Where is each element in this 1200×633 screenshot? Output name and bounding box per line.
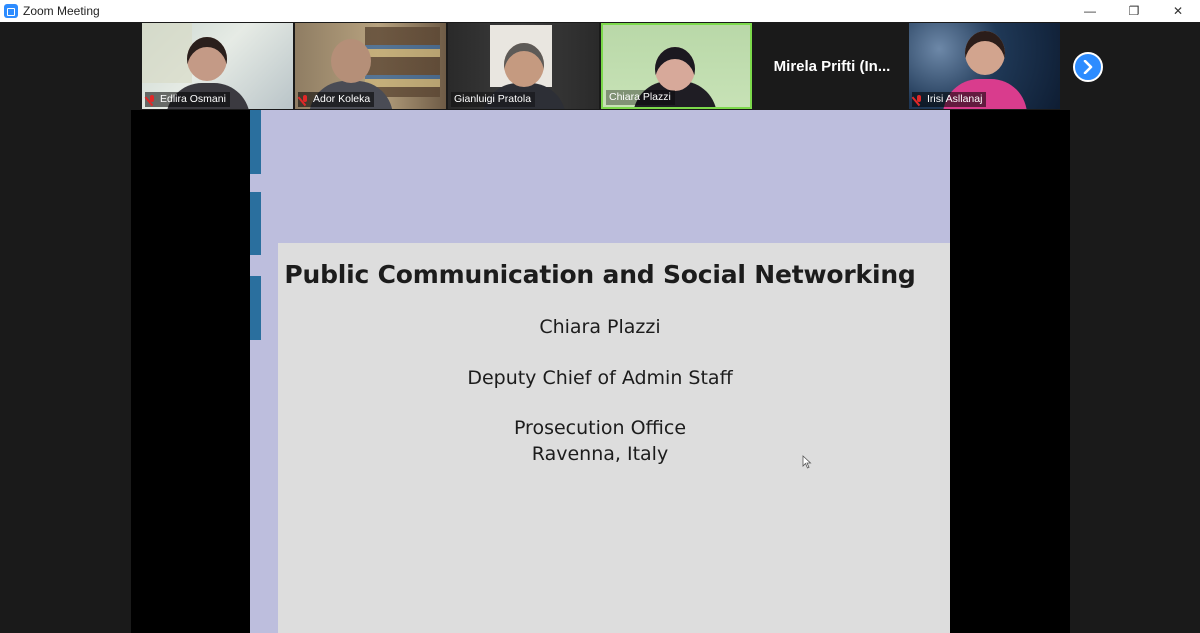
participant-face: [655, 47, 695, 91]
muted-mic-icon: [148, 94, 156, 105]
slide-presenter: Chiara Plazzi: [539, 316, 661, 338]
restore-button[interactable]: ❐: [1112, 0, 1156, 22]
participant-name-tag: Ador Koleka: [298, 92, 375, 107]
presentation-slide: Public Communication and Social Networki…: [250, 110, 950, 633]
participant-name: Edlira Osmani: [160, 93, 226, 105]
participant-name: Gianluigi Pratola: [454, 93, 532, 105]
slide-office: Prosecution Office: [513, 417, 687, 439]
minimize-button[interactable]: —: [1068, 0, 1112, 22]
screen-share-view: Public Communication and Social Networki…: [131, 110, 1070, 633]
slide-location: Ravenna, Italy: [531, 443, 669, 465]
participant-tile-no-video[interactable]: Mirela Prifti (In...: [757, 23, 907, 109]
participant-face: [187, 37, 227, 81]
participant-face: [331, 39, 371, 83]
participant-tile[interactable]: Gianluigi Pratola: [448, 23, 599, 109]
window-title: Zoom Meeting: [23, 4, 100, 18]
participant-gallery: Edlira Osmani Ador Koleka Gianluigi Prat…: [0, 22, 1200, 110]
chevron-right-icon: [1083, 60, 1093, 74]
wall-map: [142, 23, 192, 83]
participant-face: [965, 31, 1005, 75]
muted-mic-icon: [915, 94, 923, 105]
muted-mic-icon: [301, 94, 309, 105]
participant-name-tag: Gianluigi Pratola: [451, 92, 536, 107]
window-controls: — ❐ ✕: [1068, 0, 1200, 22]
participant-face: [504, 43, 544, 87]
slide-accent-bar: [250, 192, 261, 255]
slide-title: Public Communication and Social Networki…: [284, 260, 916, 289]
participant-tile[interactable]: Ador Koleka: [295, 23, 446, 109]
slide-accent-bar: [250, 110, 261, 174]
participant-tile[interactable]: Irisi Asllanaj: [909, 23, 1060, 109]
gallery-next-button[interactable]: [1073, 52, 1103, 82]
participant-tile[interactable]: Edlira Osmani: [142, 23, 293, 109]
participant-name: Irisi Asllanaj: [927, 93, 983, 105]
participant-name: Mirela Prifti (In...: [773, 57, 891, 75]
participant-name-tag: Chiara Plazzi: [606, 90, 675, 105]
participant-name-tag: Edlira Osmani: [145, 92, 230, 107]
close-button[interactable]: ✕: [1156, 0, 1200, 22]
mouse-cursor-icon: [802, 455, 812, 469]
participant-tile-active-speaker[interactable]: Chiara Plazzi: [601, 23, 752, 109]
participant-name: Chiara Plazzi: [609, 91, 671, 103]
window-titlebar: Zoom Meeting — ❐ ✕: [0, 0, 1200, 22]
slide-role: Deputy Chief of Admin Staff: [467, 367, 733, 389]
participant-name-tag: Irisi Asllanaj: [912, 92, 987, 107]
participant-name: Ador Koleka: [313, 93, 371, 105]
zoom-app-icon: [4, 4, 18, 18]
